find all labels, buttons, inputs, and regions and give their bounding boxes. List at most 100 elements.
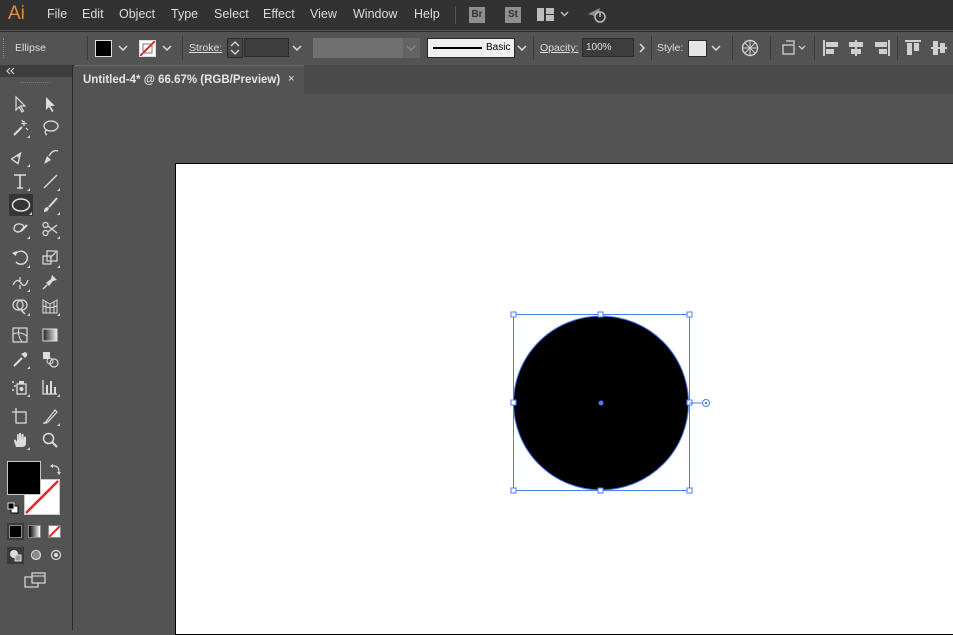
- divider: [732, 36, 733, 60]
- fill-dropdown-chevron-icon[interactable]: [117, 38, 129, 58]
- control-panel: Ellipse Stroke: Basic Opacity: 100% Styl…: [0, 31, 953, 66]
- swap-fill-stroke-icon[interactable]: [49, 462, 63, 476]
- menu-type[interactable]: Type: [171, 7, 198, 21]
- fill-swatch[interactable]: [95, 40, 112, 57]
- direct-selection-tool[interactable]: [39, 93, 61, 115]
- divider: [897, 36, 898, 60]
- shaper-tool[interactable]: [9, 218, 31, 240]
- tools-panel: [0, 65, 73, 630]
- canvas-area[interactable]: [74, 94, 953, 635]
- brush-definition-field[interactable]: Basic: [427, 38, 515, 58]
- type-tool[interactable]: [9, 170, 31, 192]
- magic-wand-tool[interactable]: [9, 117, 31, 139]
- divider: [87, 36, 88, 60]
- mesh-tool[interactable]: [9, 324, 31, 346]
- scale-tool[interactable]: [39, 247, 61, 269]
- variable-width-profile[interactable]: [313, 38, 403, 58]
- color-mode-button[interactable]: [7, 523, 24, 540]
- style-label: Style:: [657, 42, 684, 54]
- draw-normal-button[interactable]: [7, 547, 24, 564]
- menu-select[interactable]: Select: [214, 7, 249, 21]
- gradient-tool[interactable]: [39, 324, 61, 346]
- rotate-tool[interactable]: [9, 247, 31, 269]
- menu-object[interactable]: Object: [119, 7, 155, 21]
- scissors-tool[interactable]: [39, 218, 61, 240]
- workspace-switcher-icon[interactable]: [537, 8, 571, 25]
- stroke-weight-input[interactable]: [244, 38, 289, 57]
- opacity-chevron-right-icon[interactable]: [635, 38, 649, 58]
- opacity-input[interactable]: 100%: [582, 38, 634, 57]
- paintbrush-tool[interactable]: [39, 194, 61, 216]
- menu-effect[interactable]: Effect: [263, 7, 295, 21]
- stroke-weight-chevron-icon[interactable]: [291, 38, 303, 58]
- bridge-button[interactable]: Br: [469, 7, 485, 23]
- ellipse-tool[interactable]: [9, 194, 33, 216]
- puppet-warp-tool[interactable]: [39, 271, 61, 293]
- style-dropdown-chevron-icon[interactable]: [710, 38, 722, 58]
- align-right-icon[interactable]: [873, 39, 891, 57]
- eyedropper-tool[interactable]: [9, 348, 31, 370]
- menu-view[interactable]: View: [310, 7, 337, 21]
- artboard-tool[interactable]: [9, 405, 31, 427]
- divider: [814, 36, 815, 60]
- recolor-artwork-icon[interactable]: [741, 39, 759, 57]
- align-left-icon[interactable]: [822, 39, 840, 57]
- color-icon: [9, 525, 22, 538]
- divider: [770, 36, 771, 60]
- document-tab[interactable]: Untitled-4* @ 66.67% (RGB/Preview) ×: [74, 65, 304, 94]
- divider: [182, 36, 183, 60]
- divider: [651, 36, 652, 60]
- opacity-label[interactable]: Opacity:: [540, 42, 579, 54]
- hand-tool[interactable]: [9, 429, 31, 451]
- align-horizontal-center-icon[interactable]: [847, 39, 865, 57]
- shape-builder-tool[interactable]: [9, 295, 31, 317]
- menu-separator: [455, 6, 456, 24]
- line-segment-tool[interactable]: [39, 170, 61, 192]
- perspective-grid-tool[interactable]: [39, 295, 61, 317]
- stroke-weight-stepper-icon[interactable]: [227, 38, 243, 58]
- tools-gripper[interactable]: [20, 82, 50, 84]
- lasso-tool[interactable]: [39, 117, 61, 139]
- stroke-dropdown-chevron-icon[interactable]: [161, 38, 173, 58]
- divider: [533, 36, 534, 60]
- document-tab-title: Untitled-4* @ 66.67% (RGB/Preview): [83, 74, 281, 86]
- align-top-icon[interactable]: [904, 39, 922, 57]
- slice-tool[interactable]: [39, 405, 61, 427]
- document-tab-bar: Untitled-4* @ 66.67% (RGB/Preview) ×: [74, 65, 953, 94]
- selection-tool[interactable]: [9, 93, 31, 115]
- menu-help[interactable]: Help: [414, 7, 440, 21]
- draw-behind-icon[interactable]: [28, 547, 45, 564]
- center-point: [598, 400, 604, 406]
- blend-tool[interactable]: [39, 348, 61, 370]
- app-logo: Ai: [8, 3, 25, 24]
- stroke-label[interactable]: Stroke:: [189, 42, 222, 54]
- symbol-sprayer-tool[interactable]: [9, 376, 31, 398]
- selected-ellipse-layer[interactable]: [74, 94, 953, 630]
- align-vertical-center-icon[interactable]: [930, 39, 948, 57]
- menu-file[interactable]: File: [47, 7, 67, 21]
- menu-edit[interactable]: Edit: [82, 7, 104, 21]
- zoom-tool[interactable]: [39, 429, 61, 451]
- menu-window[interactable]: Window: [353, 7, 397, 21]
- stroke-swatch[interactable]: [139, 40, 156, 57]
- none-mode-icon[interactable]: [48, 525, 61, 538]
- pen-tool[interactable]: [9, 146, 31, 168]
- graphic-style-swatch[interactable]: [688, 40, 707, 57]
- tools-panel-header[interactable]: [0, 65, 72, 77]
- width-tool[interactable]: [9, 271, 31, 293]
- gradient-mode-icon[interactable]: [28, 525, 41, 538]
- variable-width-dropdown[interactable]: [403, 38, 420, 58]
- curvature-tool[interactable]: [39, 146, 61, 168]
- default-fill-stroke-icon[interactable]: [7, 502, 19, 514]
- fill-color-swatch[interactable]: [7, 461, 41, 495]
- stock-button[interactable]: St: [505, 7, 521, 23]
- transform-options-icon[interactable]: [781, 39, 809, 57]
- panel-gripper[interactable]: [3, 38, 7, 58]
- brush-dropdown-chevron-icon[interactable]: [516, 38, 528, 58]
- screen-mode-icon[interactable]: [24, 572, 48, 589]
- column-graph-tool[interactable]: [39, 376, 61, 398]
- draw-inside-icon[interactable]: [48, 547, 65, 564]
- gpu-performance-icon[interactable]: [587, 5, 609, 28]
- close-tab-icon[interactable]: ×: [288, 73, 294, 85]
- collapse-panel-icon[interactable]: [6, 67, 16, 75]
